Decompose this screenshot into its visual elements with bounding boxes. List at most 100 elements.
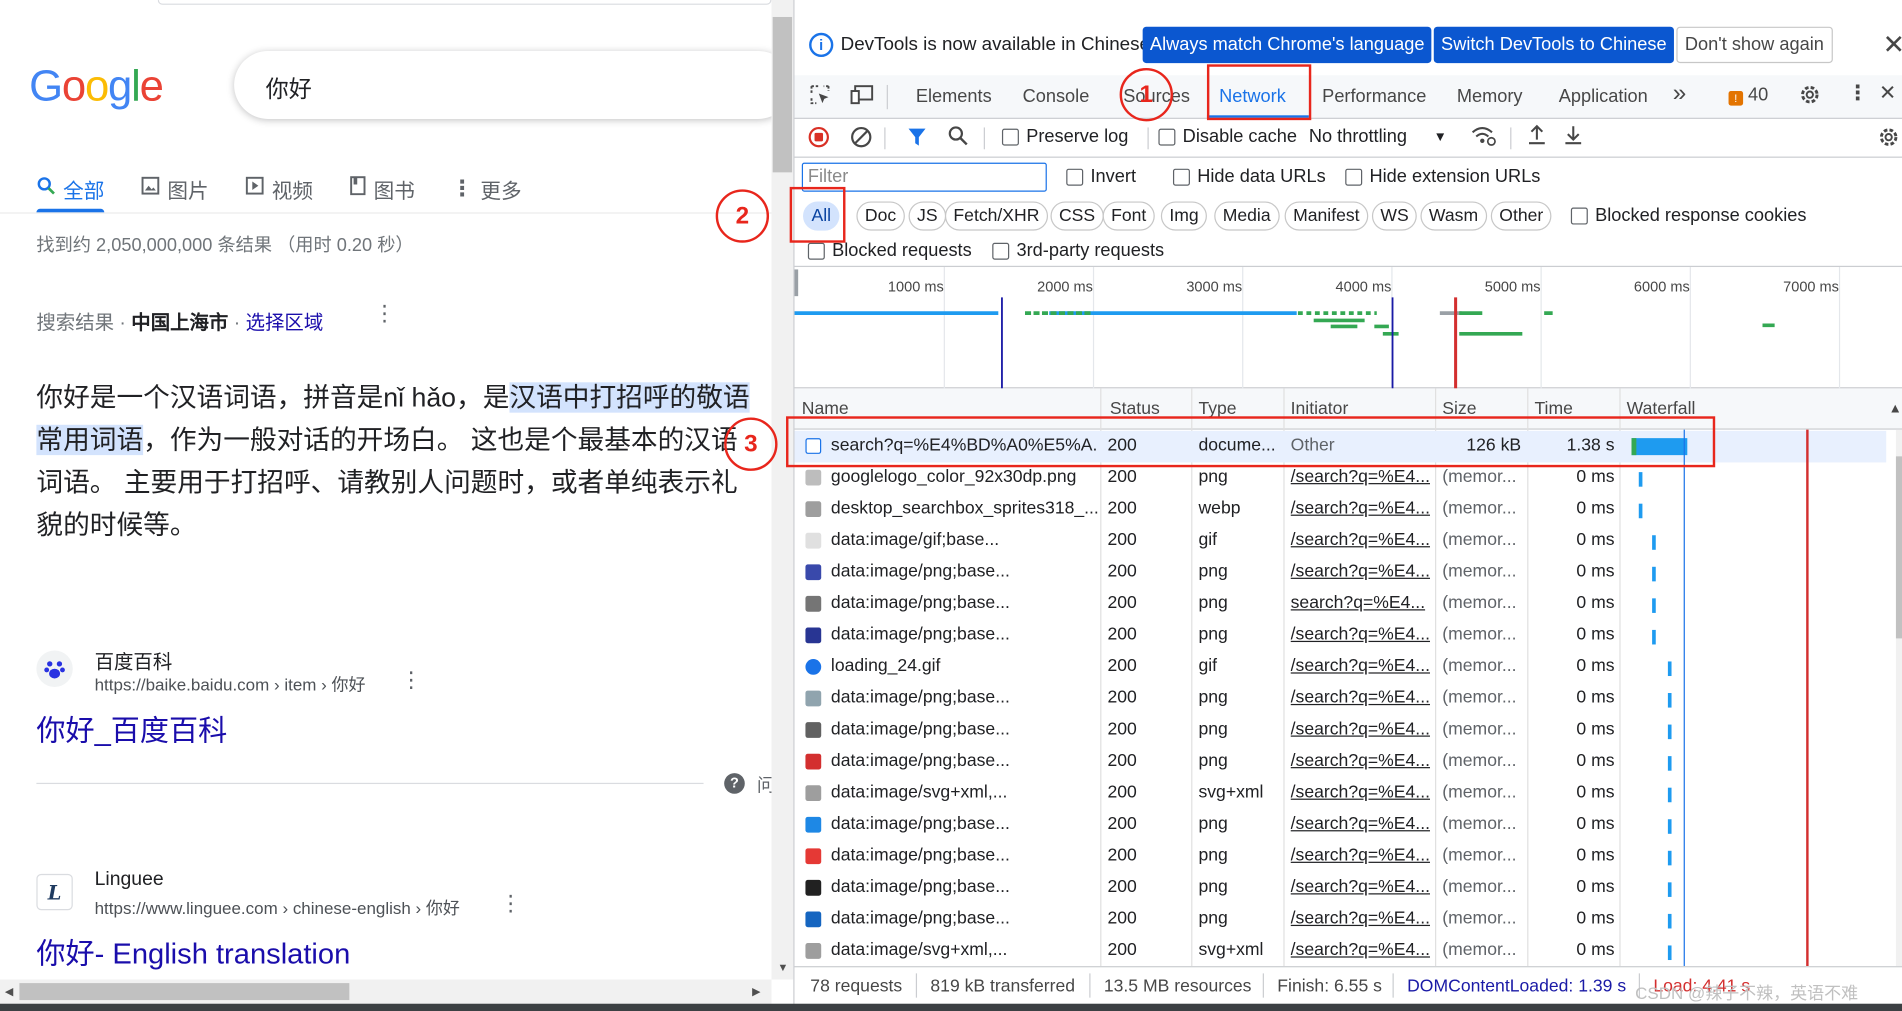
google-logo[interactable]: Google [29,61,164,112]
choose-region-link[interactable]: 选择区域 [246,313,324,334]
blocked-response-cookies-checkbox[interactable]: Blocked response cookies [1570,205,1806,226]
tab-application[interactable]: Application [1559,86,1648,107]
cell-initiator[interactable]: /search?q=%E4... [1291,467,1430,486]
checkbox-box[interactable] [1066,168,1084,186]
table-row[interactable]: data:image/png;base... 200 png/search?q=%E… [795,841,1887,873]
table-scroll-thumb[interactable] [1895,456,1902,639]
more-options-icon[interactable]: ⋮ [400,668,422,693]
checkbox-box[interactable] [1570,206,1588,224]
cell-initiator[interactable]: /search?q=%E4... [1291,846,1430,865]
table-row[interactable]: data:image/png;base... 200 png/search?q=%E… [795,620,1887,652]
throttling-select[interactable]: No throttling ▼ [1309,126,1447,147]
help-icon[interactable]: ? [724,773,745,794]
gear-icon[interactable] [1798,83,1822,113]
table-row[interactable]: data:image/png;base... 200 png/search?q=%E… [795,904,1887,936]
cell-initiator[interactable]: /search?q=%E4... [1291,562,1430,581]
tab-memory[interactable]: Memory [1457,86,1523,107]
close-devtools-icon[interactable]: ✕ [1879,81,1896,105]
type-ws-button[interactable]: WS [1371,201,1418,231]
vertical-scroll-thumb[interactable] [772,16,793,173]
inspect-element-icon[interactable] [809,84,831,112]
search-icon[interactable] [947,125,969,153]
type-css-button[interactable]: CSS [1050,201,1104,231]
kebab-menu-icon[interactable]: ⋮ [1847,81,1868,105]
filter-funnel-icon[interactable] [907,126,926,154]
tab-elements[interactable]: Elements [916,86,992,107]
checkbox-box[interactable] [992,242,1010,260]
cell-initiator[interactable]: /search?q=%E4... [1291,499,1430,518]
network-settings-gear-icon[interactable] [1877,125,1901,155]
scroll-down-arrow-icon[interactable]: ▼ [778,961,789,973]
record-stop-icon[interactable] [808,126,830,154]
checkbox-box[interactable] [1158,128,1176,146]
blocked-requests-checkbox[interactable]: Blocked requests [807,240,972,261]
cell-initiator[interactable]: /search?q=%E4... [1291,877,1430,896]
cell-initiator[interactable]: search?q=%E4... [1291,593,1430,612]
table-row[interactable]: data:image/gif;base... 200 gif/search?q=%E… [795,526,1887,558]
network-overview-timeline[interactable]: 1000 ms 2000 ms 3000 ms 4000 ms 5000 ms … [794,267,1902,389]
tab-more[interactable]: ⋮ 更多 [451,165,521,211]
type-manifest-button[interactable]: Manifest [1284,201,1369,231]
checkbox-box[interactable] [807,242,825,260]
more-options-icon[interactable]: ⋮ [374,301,396,326]
type-doc-button[interactable]: Doc [856,201,905,231]
switch-to-chinese-button[interactable]: Switch DevTools to Chinese [1433,26,1674,64]
type-media-button[interactable]: Media [1214,201,1280,231]
type-fetch-xhr-button[interactable]: Fetch/XHR [944,201,1048,231]
export-har-icon[interactable] [1564,124,1583,152]
more-tabs-chevron-icon[interactable]: » [1673,80,1686,108]
cell-initiator[interactable]: /search?q=%E4... [1291,941,1430,960]
table-row[interactable]: data:image/svg+xml,... 200 svg+xml/search?… [795,936,1887,966]
cell-initiator[interactable]: /search?q=%E4... [1291,625,1430,644]
hide-extension-urls-checkbox[interactable]: Hide extension URLs [1345,166,1540,187]
close-icon[interactable]: ✕ [1883,29,1902,61]
table-row[interactable]: data:image/png;base... 200 png/search?q=%E… [795,557,1887,589]
network-conditions-wifi-icon[interactable] [1470,125,1497,153]
result-title-link[interactable]: 你好- English translation [36,930,350,972]
cell-initiator[interactable]: /search?q=%E4... [1291,657,1430,676]
cell-initiator[interactable]: /search?q=%E4... [1291,751,1430,770]
scroll-left-arrow-icon[interactable]: ◀ [5,986,13,999]
table-row[interactable]: data:image/png;base... 200 png/search?q=%E… [795,873,1887,905]
device-toolbar-icon[interactable] [850,84,874,112]
scroll-right-arrow-icon[interactable]: ▶ [752,986,760,999]
sort-ascending-icon[interactable]: ▲ [1889,402,1902,417]
checkbox-box[interactable] [1345,168,1363,186]
tab-images[interactable]: 图片 [141,165,209,211]
table-row[interactable]: data:image/png;base... 200 png search?q=%E4… [795,589,1887,621]
table-row[interactable]: data:image/svg+xml,... 200 svg+xml/search?… [795,778,1887,810]
type-font-button[interactable]: Font [1102,201,1155,231]
tab-performance[interactable]: Performance [1322,86,1426,107]
import-har-icon[interactable] [1527,124,1546,152]
search-box[interactable]: 你好 [234,50,772,119]
disable-cache-checkbox[interactable]: Disable cache [1158,126,1297,147]
tab-console[interactable]: Console [1023,86,1090,107]
checkbox-box[interactable] [1001,128,1019,146]
table-row[interactable]: data:image/png;base... 200 png/search?q=%E… [795,746,1887,778]
table-row[interactable]: desktop_searchbox_sprites318_... 200 webp /… [795,494,1887,526]
type-other-button[interactable]: Other [1490,201,1552,231]
table-row[interactable]: loading_24.gif 200 gif/search?q=%E4... (mem… [795,652,1887,684]
issues-badge[interactable]: ! 40 [1728,85,1768,106]
type-js-button[interactable]: JS [908,201,947,231]
preserve-log-checkbox[interactable]: Preserve log [1001,126,1128,147]
type-img-button[interactable]: Img [1160,201,1208,231]
invert-checkbox[interactable]: Invert [1066,166,1136,187]
type-wasm-button[interactable]: Wasm [1420,201,1487,231]
tab-all[interactable]: 全部 [36,165,105,213]
cell-initiator[interactable]: /search?q=%E4... [1291,909,1430,928]
checkbox-box[interactable] [1172,168,1190,186]
tab-videos[interactable]: 视频 [245,165,313,211]
table-row[interactable]: data:image/png;base... 200 png/search?q=%E… [795,715,1887,747]
table-row[interactable]: data:image/png;base... 200 png/search?q=%E… [795,810,1887,842]
cell-initiator[interactable]: /search?q=%E4... [1291,783,1430,802]
horizontal-scroll-thumb[interactable] [19,983,350,1001]
match-language-button[interactable]: Always match Chrome's language [1142,26,1432,64]
cell-initiator[interactable]: /search?q=%E4... [1291,814,1430,833]
table-row[interactable]: data:image/png;base... 200 png/search?q=%E… [795,683,1887,715]
dont-show-again-button[interactable]: Don't show again [1676,26,1833,64]
tab-books[interactable]: 图书 [349,165,415,211]
result-title-link[interactable]: 你好_百度百科 [36,706,227,748]
cell-initiator[interactable]: /search?q=%E4... [1291,720,1430,739]
search-input[interactable]: 你好 [266,72,312,105]
